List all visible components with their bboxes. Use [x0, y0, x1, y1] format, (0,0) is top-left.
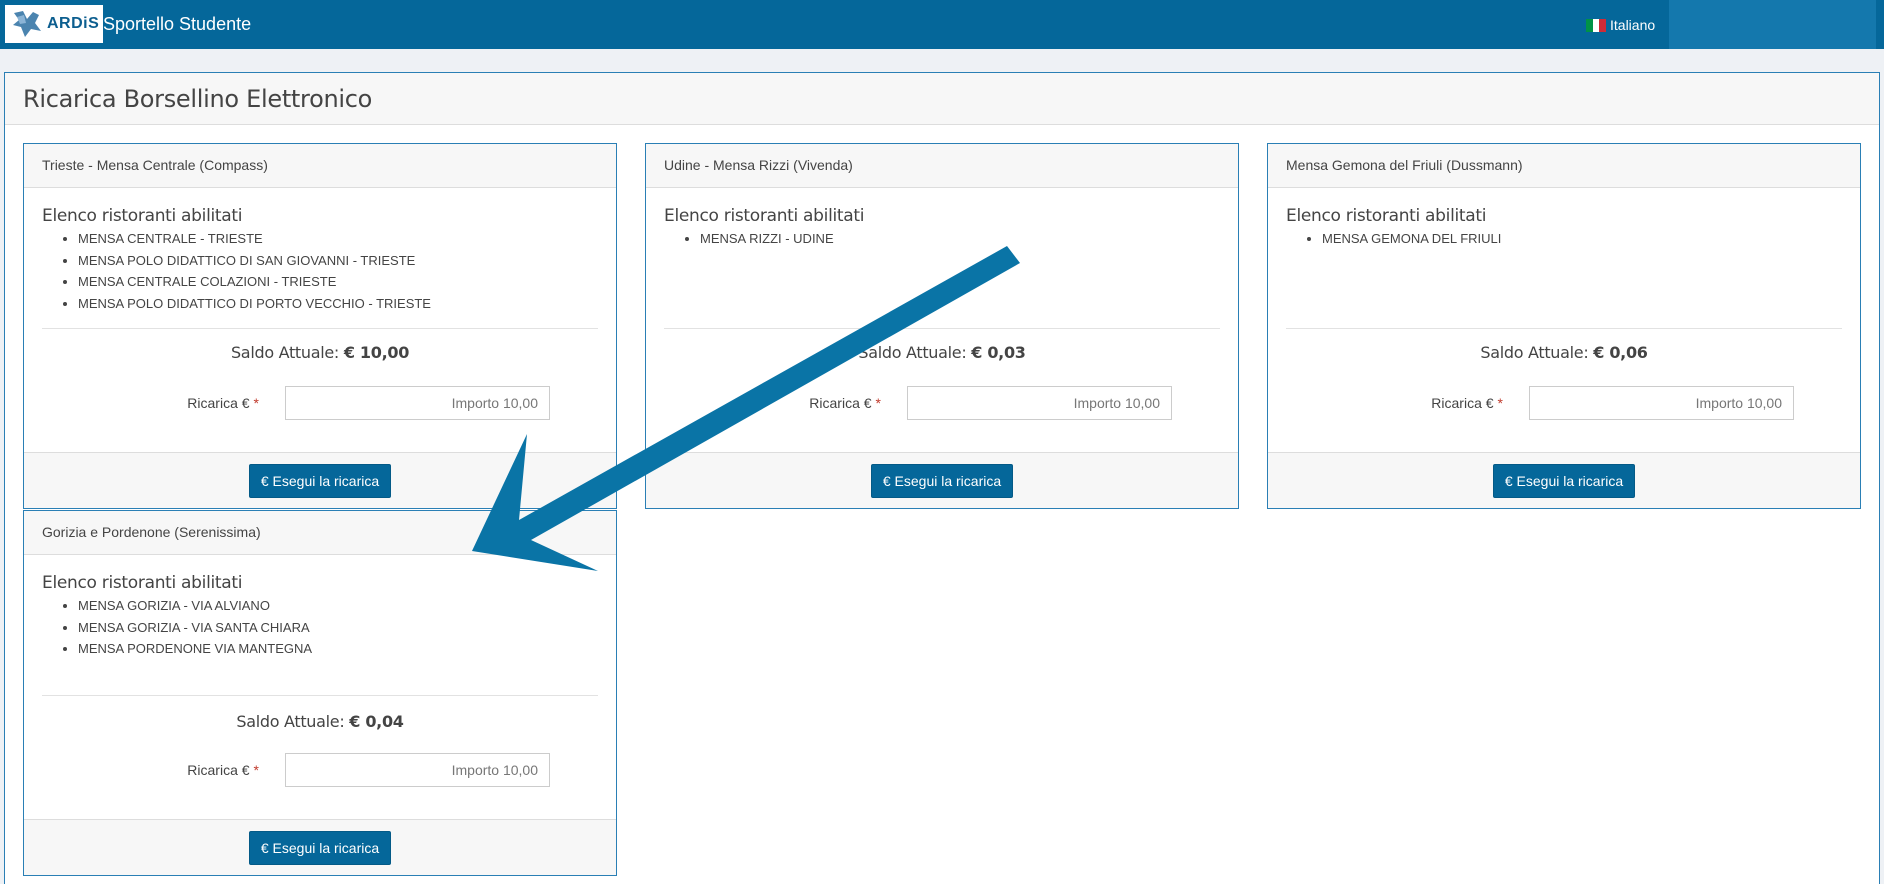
saldo-line: Saldo Attuale: € 0,06	[1268, 343, 1860, 362]
restaurant-list-title: Elenco ristoranti abilitati	[664, 206, 865, 226]
ricarica-label: Ricarica € *	[187, 762, 259, 778]
app-title[interactable]: Sportello Studente	[103, 14, 251, 35]
list-item: MENSA POLO DIDATTICO DI SAN GIOVANNI - T…	[78, 250, 598, 272]
saldo-value: € 0,03	[971, 343, 1026, 362]
amount-input[interactable]	[285, 753, 550, 787]
restaurant-list: MENSA GEMONA DEL FRIULI	[1322, 228, 1842, 250]
list-item: MENSA GORIZIA - VIA SANTA CHIARA	[78, 617, 598, 639]
logo-text: ARDiS	[47, 15, 100, 32]
card-gorizia-pordenone: Gorizia e Pordenone (Serenissima) Elenco…	[23, 510, 617, 876]
logo-icon	[13, 11, 41, 37]
card-footer: € Esegui la ricarica	[1268, 452, 1860, 508]
card-body: Elenco ristoranti abilitati MENSA GEMONA…	[1268, 188, 1860, 453]
ricarica-row: Ricarica € *	[24, 753, 616, 787]
card-title: Udine - Mensa Rizzi (Vivenda)	[646, 144, 1238, 188]
divider	[664, 328, 1220, 329]
card-footer: € Esegui la ricarica	[24, 452, 616, 508]
divider	[42, 695, 598, 696]
amount-input[interactable]	[907, 386, 1172, 420]
ricarica-row: Ricarica € *	[646, 386, 1238, 420]
user-menu-area[interactable]	[1669, 0, 1876, 49]
required-mark: *	[253, 395, 259, 411]
restaurant-list-title: Elenco ristoranti abilitati	[42, 573, 243, 593]
esegui-ricarica-button[interactable]: € Esegui la ricarica	[248, 830, 392, 865]
restaurant-list: MENSA GORIZIA - VIA ALVIANO MENSA GORIZI…	[78, 595, 598, 660]
top-navbar: ARDiS Sportello Studente Italiano	[0, 0, 1884, 49]
card-footer: € Esegui la ricarica	[24, 819, 616, 875]
language-label: Italiano	[1610, 17, 1656, 33]
ricarica-label: Ricarica € *	[187, 395, 259, 411]
ardis-logo[interactable]: ARDiS	[5, 5, 103, 43]
restaurant-list-title: Elenco ristoranti abilitati	[1286, 206, 1487, 226]
card-title: Gorizia e Pordenone (Serenissima)	[24, 511, 616, 555]
card-body: Elenco ristoranti abilitati MENSA GORIZI…	[24, 555, 616, 820]
saldo-label: Saldo Attuale:	[230, 343, 340, 362]
esegui-ricarica-button[interactable]: € Esegui la ricarica	[248, 463, 392, 498]
divider	[42, 328, 598, 329]
language-selector[interactable]: Italiano	[1586, 17, 1655, 33]
divider	[1286, 328, 1842, 329]
required-mark: *	[875, 395, 881, 411]
amount-input[interactable]	[285, 386, 550, 420]
card-body: Elenco ristoranti abilitati MENSA RIZZI …	[646, 188, 1238, 453]
amount-input[interactable]	[1529, 386, 1794, 420]
required-mark: *	[253, 762, 259, 778]
ricarica-label: Ricarica € *	[1431, 395, 1503, 411]
esegui-ricarica-button[interactable]: € Esegui la ricarica	[870, 463, 1014, 498]
list-item: MENSA GORIZIA - VIA ALVIANO	[78, 595, 598, 617]
card-udine: Udine - Mensa Rizzi (Vivenda) Elenco ris…	[645, 143, 1239, 509]
card-body: Elenco ristoranti abilitati MENSA CENTRA…	[24, 188, 616, 453]
restaurant-list-title: Elenco ristoranti abilitati	[42, 206, 243, 226]
list-item: MENSA CENTRALE - TRIESTE	[78, 228, 598, 250]
list-item: MENSA RIZZI - UDINE	[700, 228, 1220, 250]
ricarica-label: Ricarica € *	[809, 395, 881, 411]
page-title: Ricarica Borsellino Elettronico	[23, 85, 373, 113]
saldo-line: Saldo Attuale: € 0,04	[24, 712, 616, 731]
ricarica-row: Ricarica € *	[24, 386, 616, 420]
saldo-value: € 10,00	[343, 343, 410, 362]
italian-flag-icon	[1586, 18, 1607, 32]
card-title: Trieste - Mensa Centrale (Compass)	[24, 144, 616, 188]
ricarica-row: Ricarica € *	[1268, 386, 1860, 420]
list-item: MENSA CENTRALE COLAZIONI - TRIESTE	[78, 271, 598, 293]
list-item: MENSA PORDENONE VIA MANTEGNA	[78, 638, 598, 660]
saldo-line: Saldo Attuale: € 10,00	[24, 343, 616, 362]
saldo-value: € 0,06	[1593, 343, 1648, 362]
saldo-label: Saldo Attuale:	[236, 712, 345, 731]
card-gemona: Mensa Gemona del Friuli (Dussmann) Elenc…	[1267, 143, 1861, 509]
card-trieste: Trieste - Mensa Centrale (Compass) Elenc…	[23, 143, 617, 509]
saldo-label: Saldo Attuale:	[858, 343, 967, 362]
required-mark: *	[1497, 395, 1503, 411]
restaurant-list: MENSA CENTRALE - TRIESTE MENSA POLO DIDA…	[78, 228, 598, 314]
restaurant-list: MENSA RIZZI - UDINE	[700, 228, 1220, 250]
saldo-label: Saldo Attuale:	[1480, 343, 1589, 362]
card-title: Mensa Gemona del Friuli (Dussmann)	[1268, 144, 1860, 188]
saldo-value: € 0,04	[349, 712, 404, 731]
list-item: MENSA GEMONA DEL FRIULI	[1322, 228, 1842, 250]
list-item: MENSA POLO DIDATTICO DI PORTO VECCHIO - …	[78, 293, 598, 315]
card-footer: € Esegui la ricarica	[646, 452, 1238, 508]
saldo-line: Saldo Attuale: € 0,03	[646, 343, 1238, 362]
panel-header: Ricarica Borsellino Elettronico	[5, 73, 1879, 125]
esegui-ricarica-button[interactable]: € Esegui la ricarica	[1492, 463, 1636, 498]
